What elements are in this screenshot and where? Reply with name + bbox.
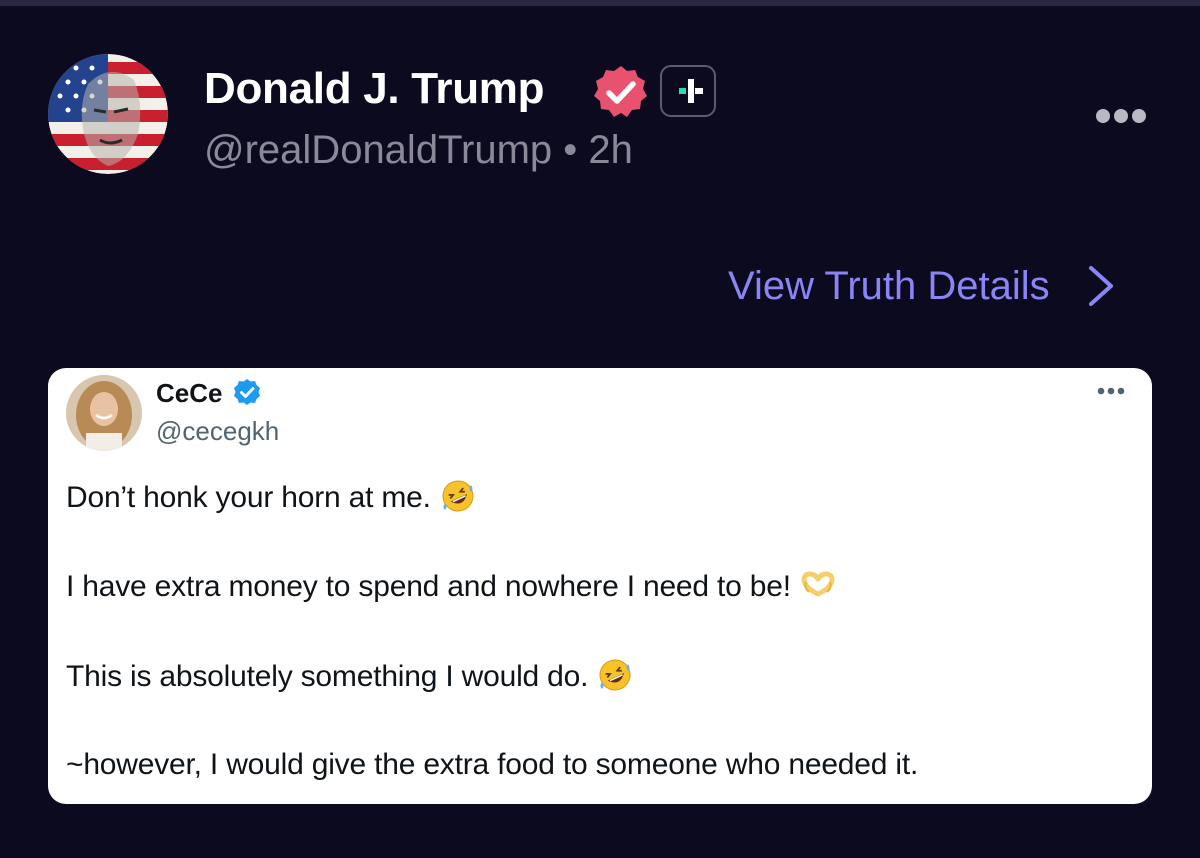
author-handle[interactable]: @realDonaldTrump bbox=[204, 128, 552, 172]
verified-badge-icon bbox=[594, 66, 647, 117]
rolling-laughing-emoji bbox=[599, 659, 631, 691]
tweet-text: Don’t honk your horn at me. bbox=[66, 481, 431, 514]
view-truth-details-link[interactable]: View Truth Details bbox=[728, 260, 1116, 312]
tweet-text: ~however, I would give the extra food to… bbox=[66, 748, 919, 781]
post-timestamp[interactable]: 2h bbox=[588, 128, 633, 172]
tweet-author-avatar[interactable] bbox=[66, 375, 142, 451]
tweet-text-line: Don’t honk your horn at me. bbox=[66, 479, 475, 515]
author-handle-line: @realDonaldTrump • 2h bbox=[204, 128, 633, 173]
more-horizontal-icon[interactable] bbox=[1095, 108, 1147, 124]
tweet-text-line: ~however, I would give the extra food to… bbox=[66, 748, 918, 782]
tweet-text-line: I have extra money to spend and nowhere … bbox=[66, 568, 835, 604]
heart-hands-emoji bbox=[801, 571, 835, 597]
tweet-verified-icon bbox=[234, 379, 260, 405]
embedded-tweet-card[interactable]: CeCe @cecegkh Don’t honk your horn at me… bbox=[48, 368, 1152, 804]
truth-post-screen: Donald J. Trump @realDonaldTrump • 2h Vi… bbox=[0, 0, 1200, 858]
tweet-author-handle[interactable]: @cecegkh bbox=[156, 416, 279, 447]
tweet-text: This is absolutely something I would do. bbox=[66, 660, 589, 693]
plus-icon[interactable] bbox=[660, 65, 716, 117]
tweet-author-name[interactable]: CeCe bbox=[156, 378, 222, 409]
chevron-right-icon bbox=[1088, 266, 1113, 306]
tweet-text-line: This is absolutely something I would do. bbox=[66, 658, 632, 694]
tweet-more-icon[interactable] bbox=[1096, 386, 1126, 396]
tweet-text: I have extra money to spend and nowhere … bbox=[66, 570, 791, 603]
rolling-laughing-emoji bbox=[442, 480, 474, 512]
author-avatar[interactable] bbox=[48, 54, 168, 174]
view-truth-details-label: View Truth Details bbox=[728, 263, 1050, 308]
top-divider bbox=[0, 0, 1200, 6]
author-display-name[interactable]: Donald J. Trump bbox=[204, 64, 545, 114]
meta-separator: • bbox=[563, 128, 578, 172]
